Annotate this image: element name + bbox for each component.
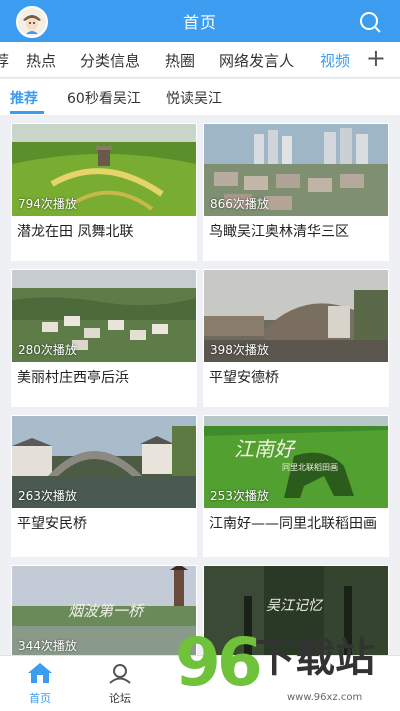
add-channel-button[interactable]: + bbox=[366, 46, 386, 70]
tab-video[interactable]: 视频 bbox=[320, 50, 350, 71]
watermark-url: www.96xz.com bbox=[287, 692, 363, 703]
forum-icon bbox=[109, 664, 131, 684]
video-thumbnail: 280次播放 bbox=[12, 270, 196, 362]
active-tab-indicator bbox=[10, 111, 44, 114]
video-title: 潜龙在田 凤舞北联 bbox=[17, 224, 134, 240]
home-icon bbox=[28, 663, 52, 683]
video-card[interactable]: 866次播放 鸟瞰吴江奥林清华三区 bbox=[203, 123, 389, 261]
nav-home-label: 首页 bbox=[29, 692, 51, 705]
thumb-calligraphy: 吴江记忆 bbox=[266, 598, 324, 614]
video-card[interactable]: 280次播放 美丽村庄西亭后浜 bbox=[11, 269, 197, 407]
video-card[interactable]: 263次播放 平望安民桥 bbox=[11, 415, 197, 557]
video-thumbnail: 398次播放 bbox=[204, 270, 388, 362]
video-card[interactable]: 烟波第一桥 344次播放 bbox=[11, 565, 197, 655]
avatar-illustration-icon bbox=[18, 8, 46, 36]
video-grid: 794次播放 潜龙在田 凤舞北联 866次播放 鸟瞰吴江奥林清华三区 280次播… bbox=[0, 115, 400, 655]
search-icon bbox=[360, 12, 381, 33]
thumb-calligraphy: 江南好 bbox=[234, 437, 297, 461]
video-title: 平望安德桥 bbox=[209, 370, 279, 386]
nav-forum[interactable]: 论坛 bbox=[100, 662, 140, 706]
channel-tabs: 荐 热点 分类信息 热圈 网络发言人 视频 + bbox=[0, 42, 400, 78]
top-bar: 首页 bbox=[0, 0, 400, 42]
thumb-calligraphy: 烟波第一桥 bbox=[68, 602, 145, 620]
tab-classified[interactable]: 分类信息 bbox=[80, 50, 140, 71]
tab-recommend[interactable]: 荐 bbox=[0, 50, 9, 71]
subtab-recommended[interactable]: 推荐 bbox=[10, 88, 38, 108]
tab-hot-circle[interactable]: 热圈 bbox=[165, 50, 195, 71]
nav-home[interactable]: 首页 bbox=[20, 662, 60, 706]
video-title: 江南好——同里北联稻田画 bbox=[209, 516, 377, 532]
watermark-logo-text: 下载站 bbox=[255, 635, 375, 681]
page-title: 首页 bbox=[182, 13, 217, 32]
play-count: 280次播放 bbox=[18, 343, 77, 357]
video-card[interactable]: 794次播放 潜龙在田 凤舞北联 bbox=[11, 123, 197, 261]
play-count: 344次播放 bbox=[18, 639, 77, 653]
search-button[interactable] bbox=[358, 10, 382, 34]
video-thumbnail: 263次播放 bbox=[12, 416, 196, 508]
subtab-60s[interactable]: 60秒看吴江 bbox=[67, 88, 141, 108]
play-count: 398次播放 bbox=[210, 343, 269, 357]
play-count: 253次播放 bbox=[210, 489, 269, 503]
tab-hot[interactable]: 热点 bbox=[26, 50, 56, 71]
video-thumbnail: 866次播放 bbox=[204, 124, 388, 216]
play-count: 866次播放 bbox=[210, 197, 269, 211]
sub-tabs: 推荐 60秒看吴江 悦读吴江 bbox=[0, 79, 400, 115]
video-thumbnail: 江南好 同里北联稻田画 253次播放 bbox=[204, 416, 388, 508]
video-card[interactable]: 江南好 同里北联稻田画 253次播放 江南好——同里北联稻田画 bbox=[203, 415, 389, 557]
video-thumbnail: 烟波第一桥 344次播放 bbox=[12, 566, 196, 655]
video-thumbnail: 794次播放 bbox=[12, 124, 196, 216]
thumb-caption: 同里北联稻田画 bbox=[282, 462, 338, 472]
watermark: 96 下载站 www.96xz.com bbox=[175, 628, 400, 711]
video-title: 美丽村庄西亭后浜 bbox=[17, 370, 129, 386]
app-screen: 首页 荐 热点 分类信息 热圈 网络发言人 视频 + 推荐 60秒看吴江 悦读吴… bbox=[0, 0, 400, 711]
avatar[interactable] bbox=[16, 6, 48, 38]
nav-forum-label: 论坛 bbox=[109, 692, 131, 705]
subtab-reading[interactable]: 悦读吴江 bbox=[166, 88, 222, 108]
play-count: 263次播放 bbox=[18, 489, 77, 503]
tab-spokesperson[interactable]: 网络发言人 bbox=[219, 50, 294, 71]
video-title: 平望安民桥 bbox=[17, 516, 87, 532]
watermark-logo-digits: 96 bbox=[175, 624, 263, 701]
video-card[interactable]: 398次播放 平望安德桥 bbox=[203, 269, 389, 407]
play-count: 794次播放 bbox=[18, 197, 77, 211]
video-title: 鸟瞰吴江奥林清华三区 bbox=[209, 224, 349, 240]
